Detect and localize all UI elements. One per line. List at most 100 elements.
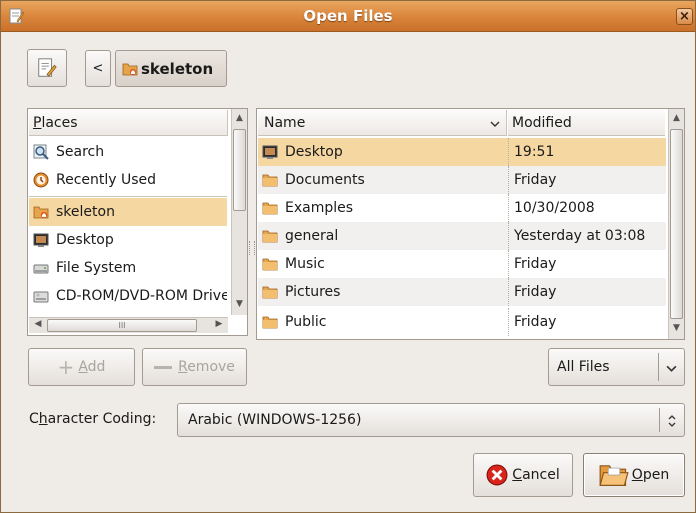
file-name: Public [285, 314, 327, 330]
cancel-button-label: Cancel [512, 467, 560, 483]
file-name: Examples [285, 200, 354, 216]
file-modified: 10/30/2008 [508, 194, 595, 222]
folder-icon [262, 230, 278, 243]
type-location-button[interactable] [27, 49, 67, 87]
folder-icon [262, 316, 278, 329]
remove-bookmark-button[interactable]: Remove [142, 348, 247, 386]
places-item-label: Recently Used [56, 172, 157, 188]
file-modified: Friday [508, 278, 556, 306]
scroll-right-icon[interactable]: ▶ [212, 319, 226, 329]
file-row-documents[interactable]: Documents Friday [258, 166, 666, 194]
file-row-music[interactable]: Music Friday [258, 250, 666, 278]
path-button-skeleton[interactable]: skeleton [115, 50, 227, 87]
minus-icon [154, 365, 173, 369]
search-icon [33, 144, 49, 160]
places-item-search[interactable]: Search [29, 138, 227, 166]
files-scroll-thumb[interactable] [670, 129, 683, 319]
chevron-down-icon [666, 365, 677, 372]
places-item-label: File System [56, 260, 137, 276]
file-modified: Yesterday at 03:08 [508, 222, 645, 250]
scroll-up-icon[interactable]: ▲ [232, 111, 247, 126]
home-folder-icon [33, 206, 49, 219]
open-button-label: Open [631, 467, 670, 483]
add-button-label: Add [78, 359, 106, 375]
file-name: Music [285, 256, 325, 272]
scroll-down-icon[interactable]: ▼ [669, 321, 684, 336]
file-row-general[interactable]: general Yesterday at 03:08 [258, 222, 666, 250]
places-item-desktop[interactable]: Desktop [29, 226, 227, 254]
places-item-label: skeleton [56, 204, 115, 220]
file-row-desktop[interactable]: Desktop 19:51 [258, 138, 666, 166]
cancel-button[interactable]: Cancel [473, 453, 573, 497]
open-files-dialog: Open Files × < skeleton Places Search Re… [0, 0, 696, 513]
places-scroll-thumb[interactable] [233, 129, 246, 211]
folder-icon [262, 258, 278, 271]
path-back-button[interactable]: < [85, 50, 111, 87]
path-label-skeleton: skeleton [141, 59, 214, 78]
file-row-public[interactable]: Public Friday [258, 306, 666, 338]
file-row-pictures[interactable]: Pictures Friday [258, 278, 666, 306]
places-item-skeleton[interactable]: skeleton [29, 198, 227, 226]
desktop-icon [33, 233, 49, 247]
places-panel: Places Search Recently Used skeleton Des… [27, 108, 248, 336]
folder-icon [262, 174, 278, 187]
file-modified: Friday [508, 308, 556, 336]
places-item-cdrom[interactable]: CD-ROM/DVD-ROM Drive [29, 282, 227, 310]
column-header-name[interactable]: Name [258, 110, 507, 136]
file-name: Pictures [285, 284, 341, 300]
remove-button-label: Remove [178, 359, 235, 375]
combo-divider [659, 408, 660, 432]
plus-icon: + [57, 355, 75, 379]
add-bookmark-button[interactable]: + Add [28, 348, 135, 386]
files-panel: Name Modified Desktop 19:51 Documents Fr… [256, 108, 685, 340]
places-item-label: Desktop [56, 232, 114, 248]
places-horizontal-scrollbar[interactable]: ◀ III ▶ [29, 317, 228, 333]
close-icon: × [679, 9, 690, 24]
home-folder-icon [122, 63, 138, 75]
places-item-label: Search [56, 144, 105, 160]
window-title: Open Files [303, 7, 393, 25]
open-folder-icon [599, 465, 629, 486]
character-coding-value: Arabic (WINDOWS-1256) [188, 412, 362, 428]
places-separator [29, 196, 227, 197]
places-vertical-scrollbar[interactable]: ▲ ▼ [231, 109, 247, 315]
combo-divider [658, 353, 659, 381]
file-name: Desktop [285, 144, 343, 160]
character-coding-label: Character Coding: [29, 411, 157, 427]
scroll-left-icon[interactable]: ◀ [31, 319, 45, 329]
open-button[interactable]: Open [583, 453, 685, 497]
sort-descending-icon [490, 121, 500, 127]
scroll-grip-icon: III [118, 321, 126, 330]
folder-icon [262, 202, 278, 215]
scroll-up-icon[interactable]: ▲ [669, 111, 684, 126]
close-button[interactable]: × [676, 8, 693, 25]
pane-resize-handle[interactable] [249, 241, 255, 255]
column-header-name-label: Name [264, 114, 306, 131]
up-down-arrows-icon [668, 415, 676, 427]
scroll-down-icon[interactable]: ▼ [232, 297, 247, 312]
places-header[interactable]: Places [29, 110, 228, 136]
places-item-file-system[interactable]: File System [29, 254, 227, 282]
file-modified: Friday [508, 166, 556, 194]
file-modified: Friday [508, 250, 556, 278]
places-hscroll-thumb[interactable]: III [47, 319, 197, 332]
title-bar[interactable]: Open Files × [1, 1, 695, 32]
places-item-recently-used[interactable]: Recently Used [29, 166, 227, 194]
file-filter-value: All Files [557, 359, 610, 375]
edit-icon [38, 58, 57, 77]
file-name: Documents [285, 172, 365, 188]
file-filter-combo[interactable]: All Files [548, 348, 685, 386]
recent-icon [33, 172, 49, 188]
column-header-modified[interactable]: Modified [508, 110, 665, 136]
file-modified: 19:51 [508, 138, 554, 166]
cdrom-icon [33, 291, 49, 303]
column-header-modified-label: Modified [512, 114, 572, 131]
file-name: general [285, 228, 339, 244]
drive-icon [33, 264, 49, 274]
character-coding-combo[interactable]: Arabic (WINDOWS-1256) [177, 403, 685, 437]
desktop-icon [262, 145, 278, 159]
files-vertical-scrollbar[interactable]: ▲ ▼ [668, 109, 684, 339]
chevron-left-icon: < [92, 61, 104, 76]
places-item-label: CD-ROM/DVD-ROM Drive [56, 288, 227, 304]
file-row-examples[interactable]: Examples 10/30/2008 [258, 194, 666, 222]
